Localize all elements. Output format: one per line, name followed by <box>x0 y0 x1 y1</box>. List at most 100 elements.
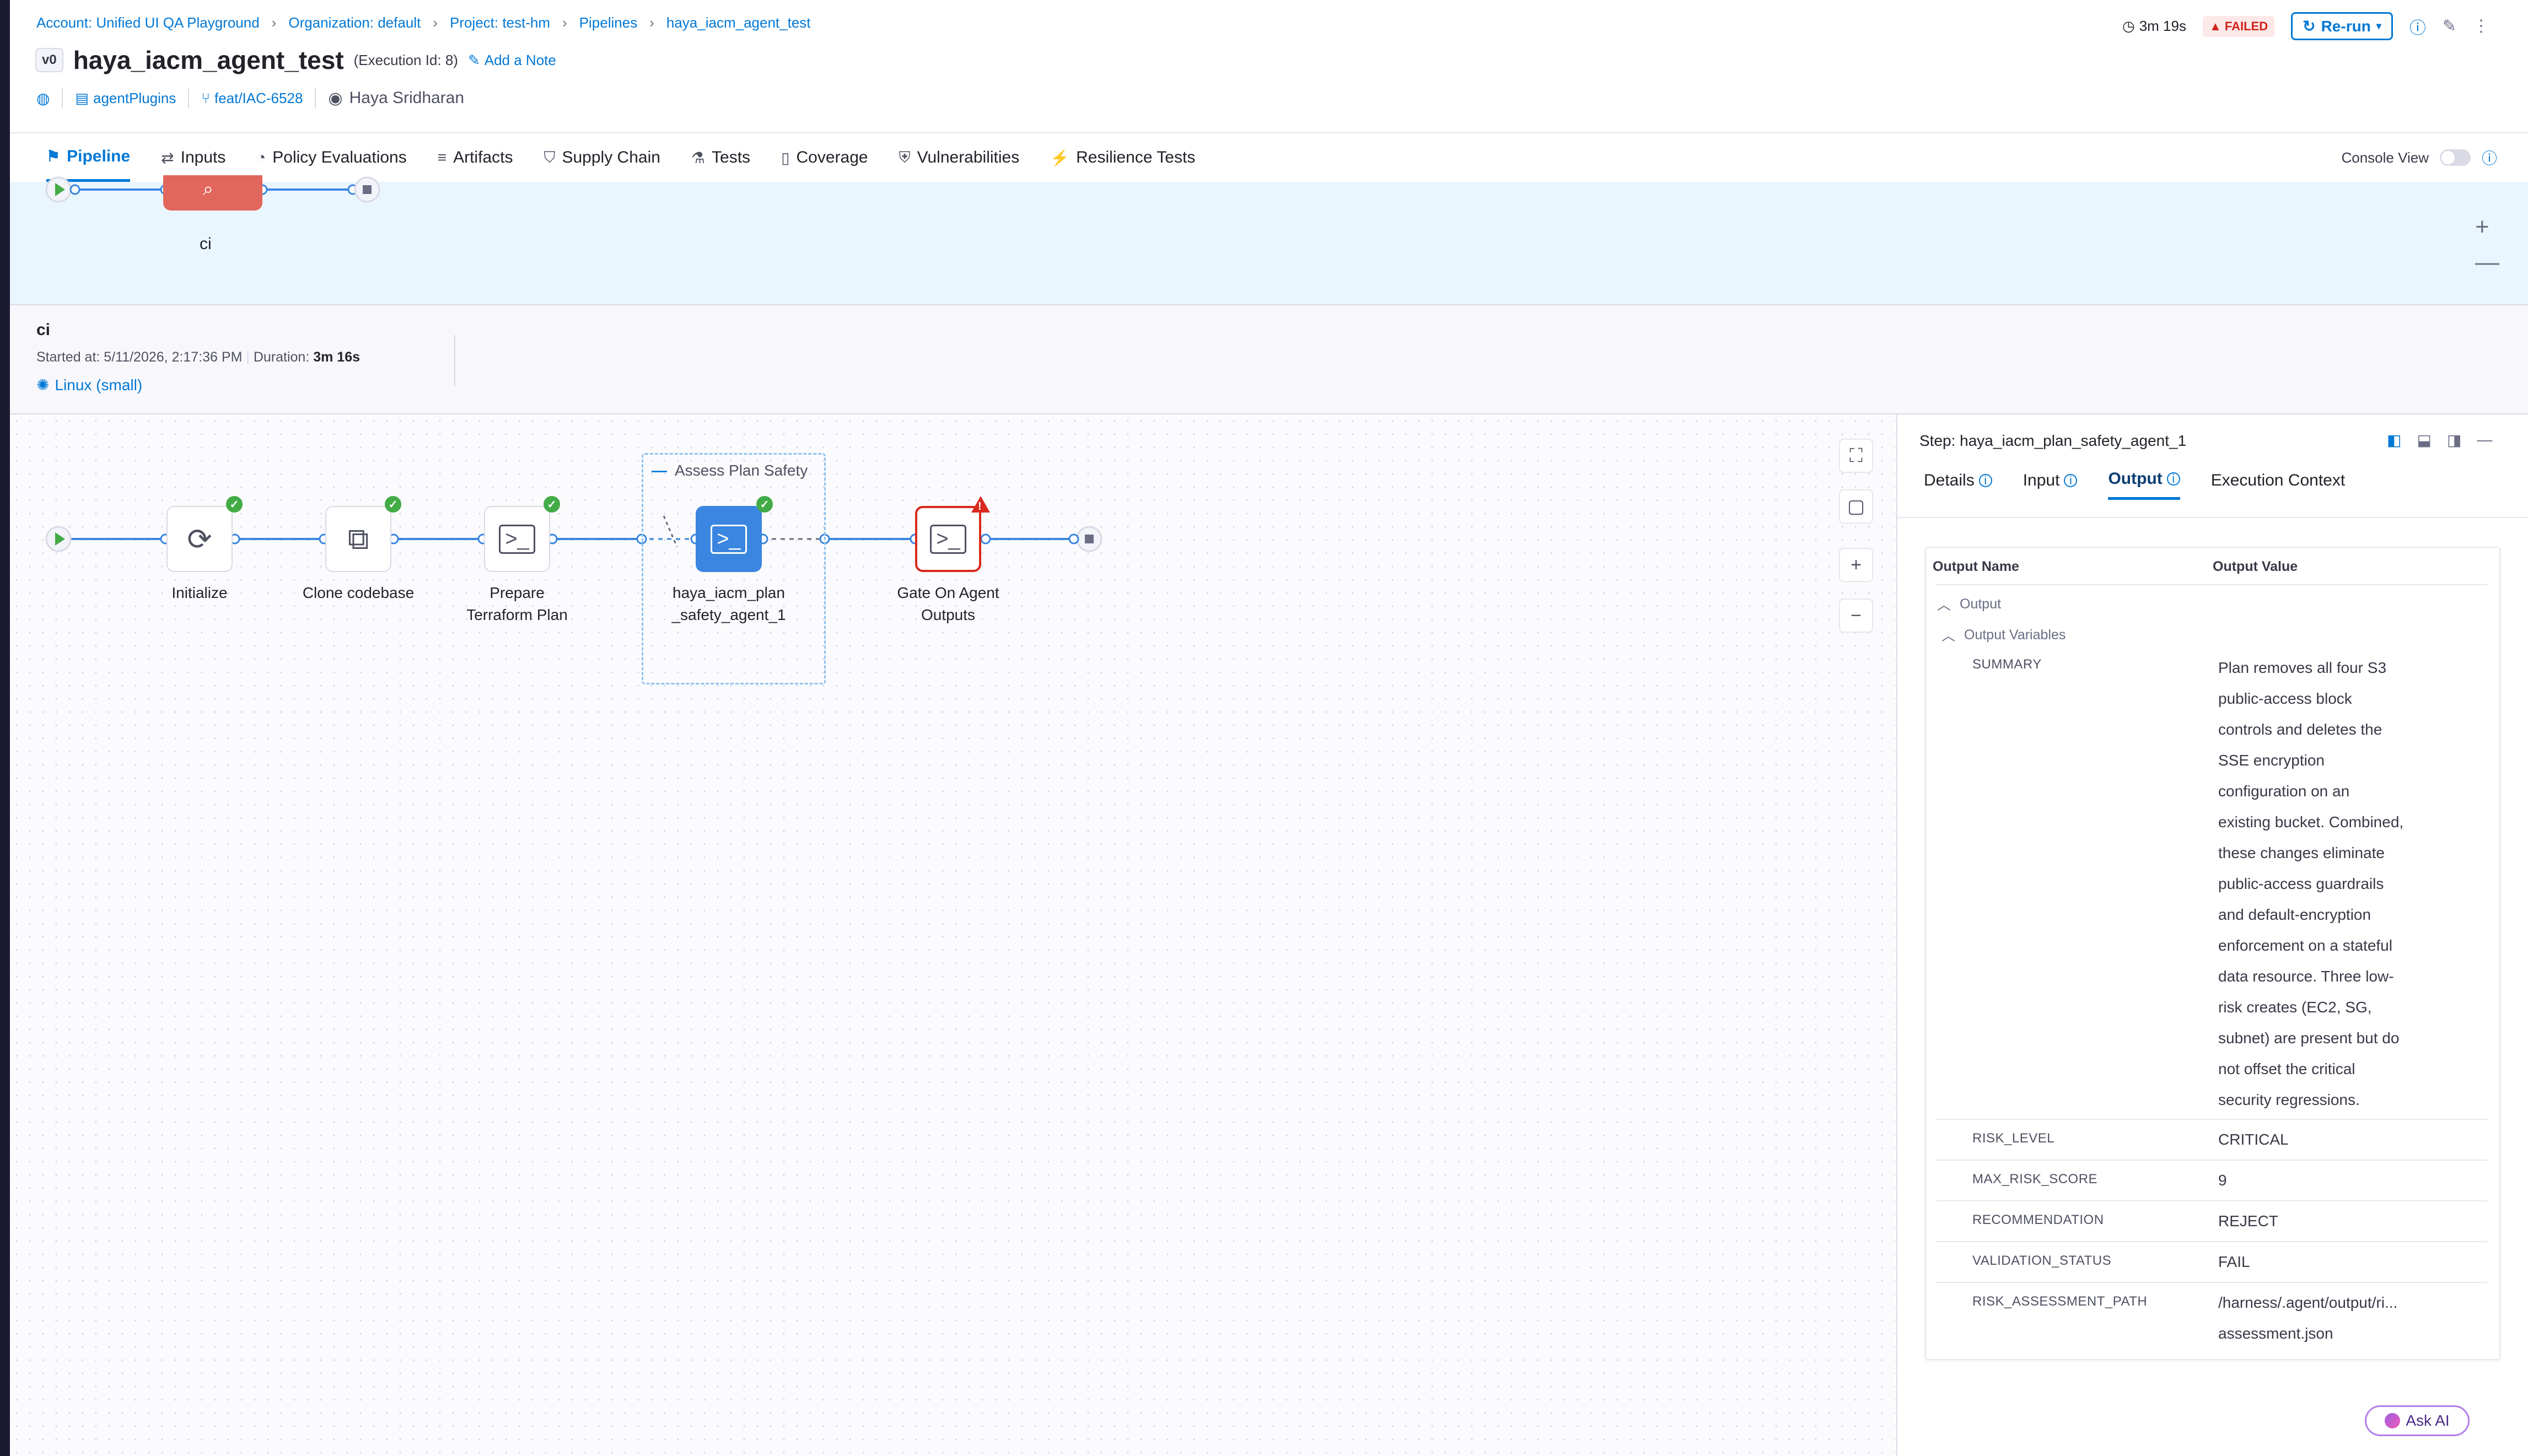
step-label-haya-iacm-plan-safety-agent-1: haya_iacm_plan _safety_agent_1 <box>657 582 800 626</box>
divider <box>1936 1282 2487 1283</box>
layout-float-icon[interactable]: ◨ <box>2447 431 2461 449</box>
triggered-by: ◉ Haya Sridharan <box>328 89 464 108</box>
page-title: haya_iacm_agent_test <box>73 46 344 74</box>
step-node-clone-codebase[interactable]: ⧉ <box>325 506 391 572</box>
branch-link[interactable]: ⑂ feat/IAC-6528 <box>201 90 303 107</box>
divider <box>1936 584 2487 585</box>
tab-output[interactable]: Output i <box>2108 470 2180 500</box>
console-view-toggle[interactable] <box>2439 149 2471 166</box>
repo-link[interactable]: ▤ agentPlugins <box>75 90 176 107</box>
info-icon[interactable]: ⓘ <box>2482 147 2497 169</box>
supply-chain-icon: ⛉ <box>544 148 556 166</box>
zoom-out-icon[interactable]: — <box>2475 245 2499 280</box>
user-name: Haya Sridharan <box>349 89 465 107</box>
tab-supply-chain[interactable]: ⛉ Supply Chain <box>544 133 660 182</box>
more-options-icon[interactable]: ⋮ <box>2473 17 2489 36</box>
rerun-button[interactable]: ↻ Re-run ▾ <box>2291 12 2393 40</box>
summary-line: not offset the critical <box>2218 1060 2355 1077</box>
summary-line: SSE encryption <box>2218 752 2325 769</box>
tab-vulnerabilities[interactable]: ⛨ Vulnerabilities <box>899 133 1020 182</box>
refresh-icon: ⟳ <box>187 522 212 556</box>
repo-icon: ▤ <box>75 89 89 106</box>
tab-coverage[interactable]: ▯ Coverage <box>781 133 868 182</box>
step-label-prepare-terraform-plan: Prepare Terraform Plan <box>445 582 589 626</box>
breadcrumb-pipelines[interactable]: Pipelines <box>579 14 638 31</box>
zoom-out-icon[interactable]: − <box>1839 598 1873 633</box>
step-label-line: haya_iacm_plan <box>673 584 785 601</box>
chevron-up-icon: ︿ <box>1937 597 1951 613</box>
tab-input[interactable]: Input i <box>2023 470 2078 500</box>
infra-label: Linux (small) <box>55 376 143 393</box>
artifacts-icon: ≡ <box>437 149 447 166</box>
add-note-label: Add a Note <box>484 51 556 68</box>
path-line: assessment.json <box>2218 1325 2333 1342</box>
step-label-initialize: Initialize <box>128 582 271 604</box>
panel-layout-controls: ◧ ⬓ ◨ — <box>2387 431 2492 449</box>
breadcrumb-project[interactable]: Project: test-hm <box>450 14 550 31</box>
step-label-clone-codebase: Clone codebase <box>287 582 430 604</box>
summary-line: configuration on an <box>2218 783 2350 800</box>
terminal-icon: >_ <box>930 524 966 554</box>
tab-label: Policy Evaluations <box>272 148 407 166</box>
output-value-validation-status: FAIL <box>2218 1253 2250 1270</box>
zoom-in-icon[interactable]: + <box>1839 548 1873 582</box>
stage-node-label: ci <box>200 235 212 253</box>
search-icon: ⌕ <box>203 179 214 199</box>
summary-line: security regressions. <box>2218 1091 2360 1108</box>
tab-label: Details <box>1924 471 1975 489</box>
breadcrumb-organization[interactable]: Organization: default <box>288 14 421 31</box>
collapse-icon[interactable]: — <box>652 462 667 479</box>
tab-label: Coverage <box>796 148 868 166</box>
output-variables-toggle[interactable]: ︿ Output Variables <box>1941 625 2066 645</box>
status-label: FAILED <box>2224 19 2268 33</box>
policy-icon: ◔ <box>256 149 266 166</box>
stage-infrastructure[interactable]: ✺ Linux (small) <box>36 376 142 394</box>
layout-right-icon[interactable]: ◧ <box>2387 431 2401 449</box>
add-note-button[interactable]: ✎ Add a Note <box>468 52 556 69</box>
step-label-gate-on-agent-outputs: Gate On Agent Outputs <box>876 582 1020 626</box>
tests-icon: ⚗ <box>691 149 706 166</box>
stage-node-ci[interactable]: ⌕ <box>163 175 262 211</box>
divider <box>1936 1160 2487 1161</box>
layout-bottom-icon[interactable]: ⬓ <box>2417 431 2431 449</box>
ask-ai-button[interactable]: Ask AI <box>2365 1405 2470 1436</box>
tab-artifacts[interactable]: ≡ Artifacts <box>438 133 513 182</box>
step-node-initialize[interactable]: ⟳ <box>166 506 233 572</box>
tab-label: Tests <box>712 148 751 166</box>
step-node-prepare-terraform-plan[interactable]: >_ <box>484 506 550 572</box>
tab-resilience-tests[interactable]: ⚡ Resilience Tests <box>1050 133 1195 182</box>
fullscreen-icon[interactable]: ⛶ <box>1839 439 1873 473</box>
step-node-haya-iacm-plan-safety-agent-1[interactable]: >_ <box>696 506 762 572</box>
header-actions: ◷ 3m 19s ▲ FAILED ↻ Re-run ▾ ⓘ ✎ ⋮ <box>2122 12 2489 40</box>
step-group-header[interactable]: — Assess Plan Safety <box>652 462 808 479</box>
coverage-icon: ▯ <box>781 149 790 166</box>
minimize-icon[interactable]: — <box>2477 431 2492 449</box>
step-node-gate-on-agent-outputs[interactable]: >_ <box>915 506 981 572</box>
rerun-label: Re-run <box>2321 17 2371 35</box>
execution-id: (Execution Id: 8) <box>353 51 458 68</box>
tab-execution-context[interactable]: Execution Context <box>2211 470 2345 500</box>
info-icon[interactable]: ⓘ <box>2409 14 2426 39</box>
ask-ai-label: Ask AI <box>2406 1412 2450 1429</box>
success-check-icon: ✓ <box>385 496 401 513</box>
info-icon: i <box>1978 473 1992 487</box>
output-value-max-risk-score: 9 <box>2218 1172 2227 1189</box>
tab-details[interactable]: Details i <box>1924 470 1992 500</box>
fit-to-screen-icon[interactable]: ▢ <box>1839 489 1873 524</box>
tab-label: Inputs <box>180 148 226 166</box>
version-badge: v0 <box>35 48 63 72</box>
info-icon: i <box>2064 473 2078 487</box>
chevron-down-icon: ▾ <box>2376 20 2381 31</box>
output-section-toggle[interactable]: ︿ Output <box>1937 594 2001 614</box>
tab-tests[interactable]: ⚗ Tests <box>691 133 750 182</box>
chevron-up-icon: ︿ <box>1941 628 1956 644</box>
copy-icon: ⧉ <box>347 522 369 556</box>
stage-duration-value: 3m 16s <box>313 349 361 365</box>
stage-name: ci <box>36 321 51 339</box>
breadcrumb-account[interactable]: Account: Unified UI QA Playground <box>36 14 260 31</box>
pencil-icon: ✎ <box>467 51 480 68</box>
tab-label: Input <box>2023 471 2060 489</box>
zoom-in-icon[interactable]: + <box>2475 209 2499 245</box>
breadcrumb-pipeline[interactable]: haya_iacm_agent_test <box>666 14 811 31</box>
edit-icon[interactable]: ✎ <box>2443 17 2456 36</box>
